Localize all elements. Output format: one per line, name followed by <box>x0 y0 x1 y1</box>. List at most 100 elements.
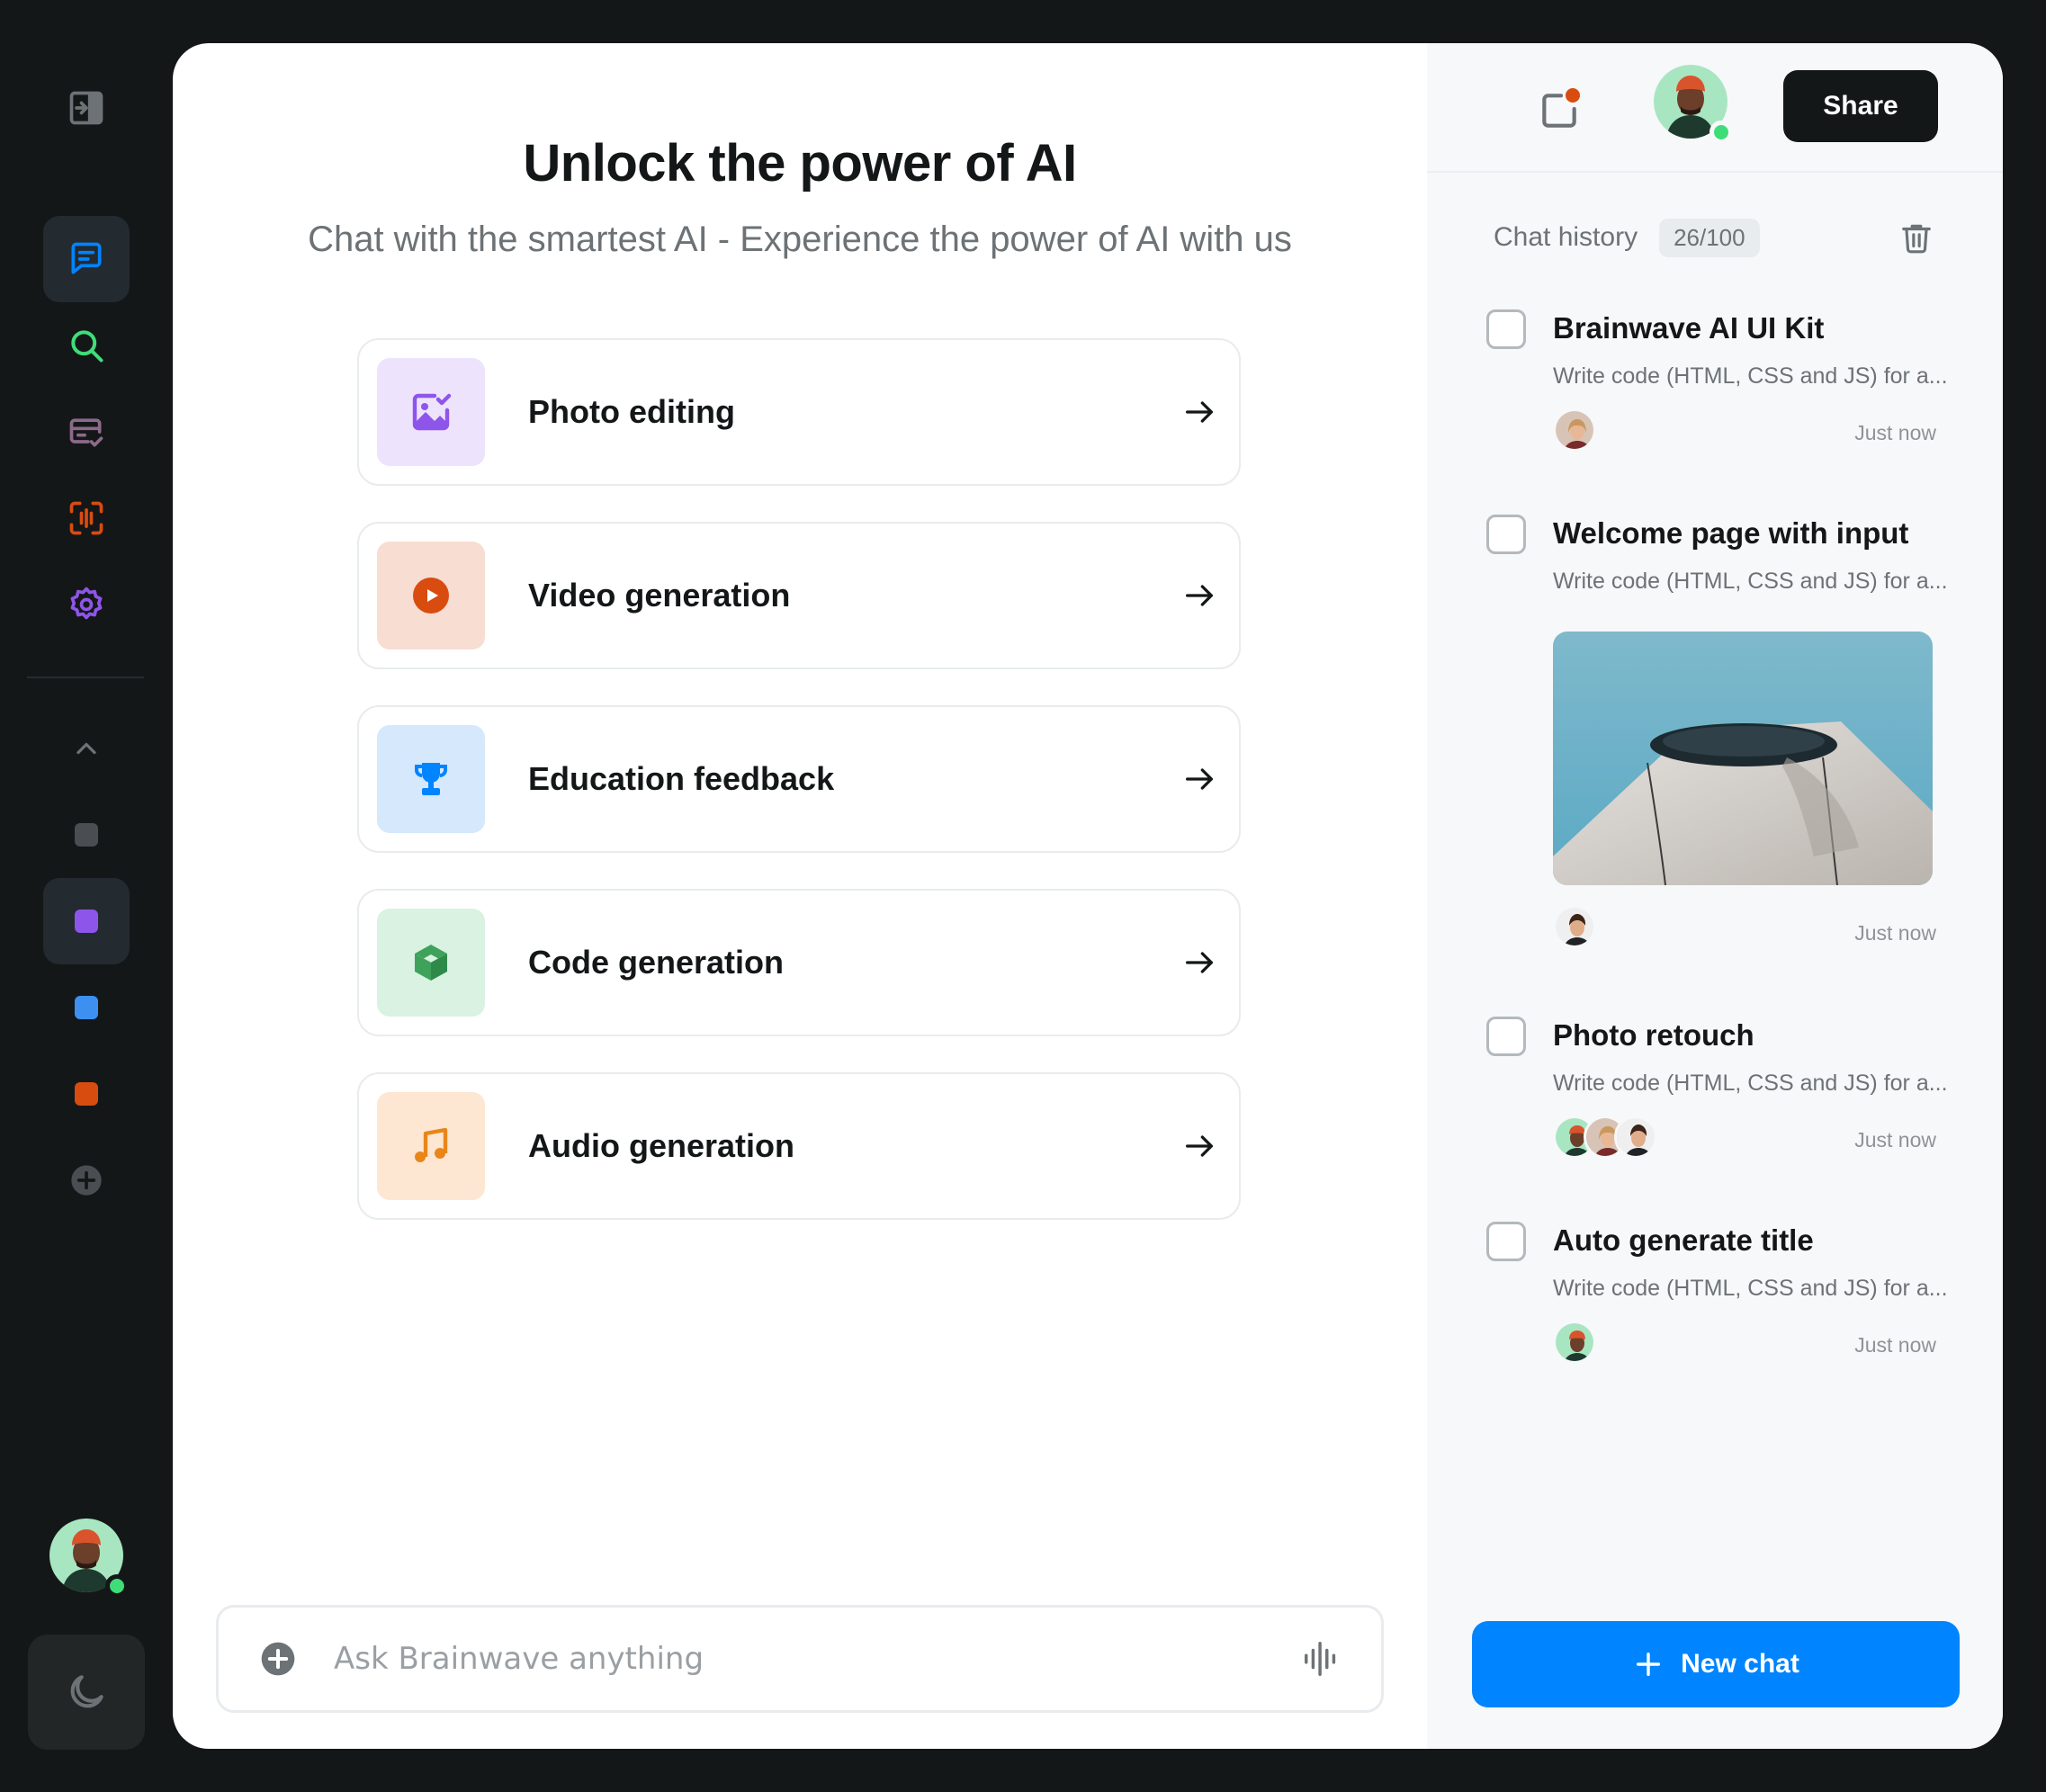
new-chat-label: New chat <box>1681 1649 1799 1679</box>
rail-voice-button[interactable] <box>43 475 130 561</box>
chat-history-item[interactable]: Brainwave AI UI Kit Write code (HTML, CS… <box>1486 309 1948 453</box>
folder-blue-swatch <box>75 996 98 1019</box>
chat-title: Brainwave AI UI Kit <box>1553 311 1825 345</box>
header-avatar[interactable] <box>1654 65 1733 144</box>
scan-icon <box>69 501 103 535</box>
music-note-icon <box>415 1127 448 1162</box>
rail-billing-button[interactable] <box>43 389 130 475</box>
plus-icon <box>1632 1648 1665 1680</box>
chat-participants <box>1553 1116 1657 1159</box>
online-status-dot <box>105 1574 129 1598</box>
participant-avatar <box>1553 1321 1596 1364</box>
arrow-right-icon <box>1180 759 1219 799</box>
card-check-icon <box>69 418 103 447</box>
left-rail <box>0 0 173 1792</box>
user-avatar[interactable] <box>49 1519 129 1598</box>
chat-icon <box>71 242 102 274</box>
page-title: Unlock the power of AI <box>523 134 1077 193</box>
plus-circle-icon <box>71 1165 102 1196</box>
rail-divider <box>27 676 144 678</box>
rail-chat-button[interactable] <box>43 216 130 302</box>
cube-icon <box>415 945 447 981</box>
card-education-feedback[interactable]: Education feedback <box>357 705 1241 853</box>
voice-input-button[interactable] <box>1300 1637 1343 1680</box>
welcome-content: Unlock the power of AI Chat with the sma… <box>173 43 1427 1749</box>
search-icon <box>71 330 103 363</box>
arrow-right-icon <box>1180 943 1219 982</box>
chat-timestamp: Just now <box>1854 421 1936 444</box>
collapse-folders-button[interactable] <box>43 705 130 792</box>
image-edit-icon <box>412 393 452 431</box>
card-audio-generation-icon-box <box>377 1092 485 1200</box>
play-circle-icon <box>413 578 449 614</box>
online-status-dot <box>1709 121 1733 144</box>
card-photo-editing[interactable]: Photo editing <box>357 338 1241 486</box>
card-video-generation-label: Video generation <box>528 577 791 614</box>
notification-badge <box>1566 88 1580 103</box>
folder-orange-button[interactable] <box>43 1051 130 1137</box>
sidebar-toggle-button[interactable] <box>43 65 130 151</box>
arrow-right-icon <box>1180 392 1219 432</box>
chat-snippet: Write code (HTML, CSS and JS) for a... <box>1553 1276 1948 1301</box>
card-education-feedback-label: Education feedback <box>528 760 835 797</box>
rail-search-button[interactable] <box>43 302 130 389</box>
chat-snippet: Write code (HTML, CSS and JS) for a... <box>1553 569 1948 594</box>
clear-history-button[interactable] <box>1898 220 1934 255</box>
folder-gray-button[interactable] <box>43 792 130 878</box>
chat-history-count: 26/100 <box>1659 218 1760 257</box>
card-photo-editing-label: Photo editing <box>528 393 735 430</box>
chat-select-checkbox[interactable] <box>1486 309 1526 349</box>
card-video-generation[interactable]: Video generation <box>357 522 1241 669</box>
new-chat-button[interactable]: New chat <box>1472 1621 1960 1707</box>
attach-button[interactable] <box>258 1639 298 1679</box>
main-panel: Unlock the power of AI Chat with the sma… <box>173 43 2003 1749</box>
chat-timestamp: Just now <box>1854 1333 1936 1357</box>
card-code-generation[interactable]: Code generation <box>357 889 1241 1036</box>
card-education-feedback-icon-box <box>377 725 485 833</box>
chat-history-header: Chat history 26/100 <box>1494 218 1934 257</box>
trash-icon <box>1902 224 1931 254</box>
chat-select-checkbox[interactable] <box>1486 1017 1526 1056</box>
card-audio-generation[interactable]: Audio generation <box>357 1072 1241 1220</box>
chat-title: Auto generate title <box>1553 1223 1814 1257</box>
chat-history-item[interactable]: Photo retouch Write code (HTML, CSS and … <box>1486 1017 1948 1160</box>
chat-participants <box>1553 408 1596 452</box>
card-photo-editing-icon-box <box>377 358 485 466</box>
moon-icon <box>70 1675 103 1708</box>
card-code-generation-icon-box <box>377 909 485 1017</box>
chat-participants <box>1553 1321 1596 1364</box>
chat-select-checkbox[interactable] <box>1486 515 1526 554</box>
sidebar-toggle-icon <box>69 91 103 125</box>
gear-icon <box>70 587 103 620</box>
rail-settings-button[interactable] <box>43 561 130 648</box>
notifications-button[interactable] <box>1537 88 1582 133</box>
chat-history-item[interactable]: Auto generate title Write code (HTML, CS… <box>1486 1222 1948 1366</box>
arrow-right-icon <box>1180 1126 1219 1166</box>
right-sidebar: Share Chat history 26/100 Brainwave AI U… <box>1427 43 2003 1749</box>
chat-title: Welcome page with input <box>1553 516 1909 550</box>
chat-attachment-image[interactable] <box>1553 632 1933 885</box>
message-composer <box>216 1605 1384 1713</box>
card-code-generation-label: Code generation <box>528 944 785 981</box>
participant-avatar <box>1553 905 1596 948</box>
participant-avatar <box>1614 1116 1657 1159</box>
chat-history-item[interactable]: Welcome page with input Write code (HTML… <box>1486 515 1948 964</box>
chat-history-title: Chat history <box>1494 222 1638 252</box>
trophy-icon <box>415 763 447 795</box>
dark-mode-toggle[interactable] <box>28 1635 145 1750</box>
chat-snippet: Write code (HTML, CSS and JS) for a... <box>1553 363 1948 389</box>
add-folder-button[interactable] <box>43 1137 130 1223</box>
folder-blue-button[interactable] <box>43 964 130 1051</box>
folder-orange-swatch <box>75 1082 98 1106</box>
chat-timestamp: Just now <box>1854 921 1936 945</box>
page-subtitle: Chat with the smartest AI - Experience t… <box>308 220 1292 259</box>
folder-purple-button[interactable] <box>43 878 130 964</box>
folder-gray-swatch <box>75 823 98 847</box>
chat-select-checkbox[interactable] <box>1486 1222 1526 1261</box>
chat-participants <box>1553 905 1596 948</box>
share-button[interactable]: Share <box>1783 70 1938 142</box>
sidebar-header: Share <box>1427 43 2003 173</box>
participant-avatar <box>1553 408 1596 452</box>
sound-wave-icon <box>1305 1642 1336 1676</box>
message-input[interactable] <box>334 1641 1300 1677</box>
